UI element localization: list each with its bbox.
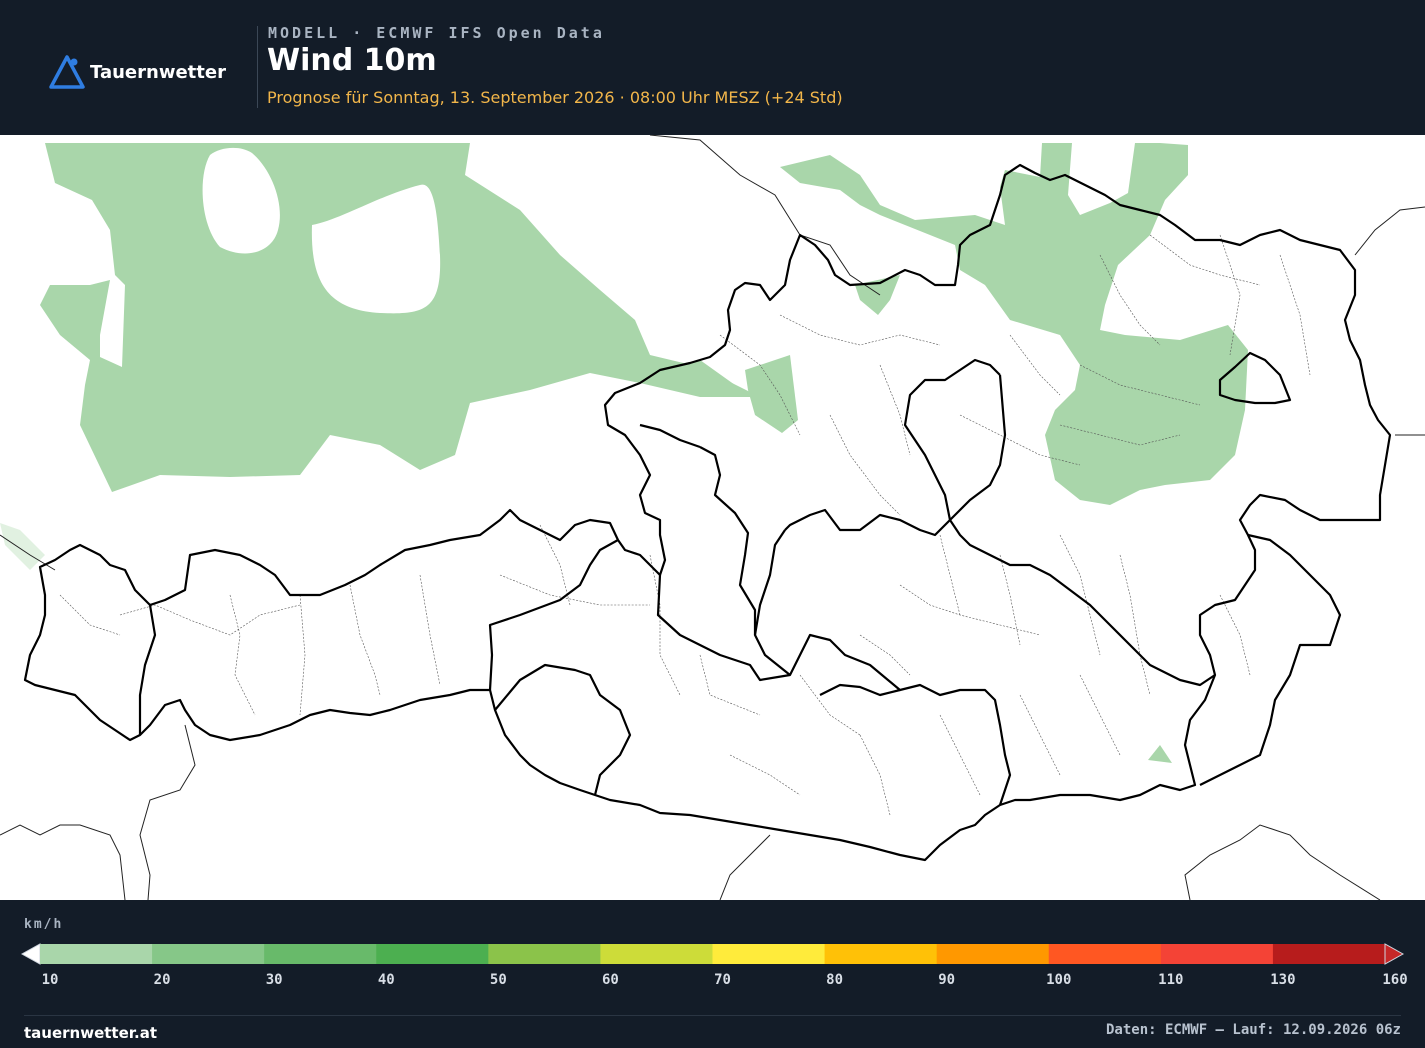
colorbar-segment: [376, 944, 489, 964]
legend: km/h 10 20 30 40 50 60 70 80 90 100 110 130 160 taue…: [0, 900, 1425, 1048]
border-salzburg-lake: [639, 423, 701, 449]
border-salzburg-styria: [656, 574, 1012, 806]
colorbar-tick-label: 30: [265, 972, 283, 988]
colorbar-segment: [712, 944, 826, 964]
colorbar-segment: [488, 944, 601, 964]
colorbar-tick-label: 50: [489, 972, 507, 988]
header: Tauernwetter MODELL · ECMWF IFS Open Dat…: [0, 0, 1425, 135]
wind-area-styria-east: [1148, 745, 1172, 763]
colorbar-segment: [40, 944, 153, 964]
border-lower-upper: [903, 358, 1001, 521]
wind-area-bavaria: [40, 143, 760, 492]
wind-area-upper-austria-north: [855, 275, 900, 315]
colorbar-under-arrow: [20, 943, 41, 965]
wind-field-layer: [0, 143, 1248, 763]
colorbar-tick-label: 40: [377, 972, 395, 988]
colorbar-tick-label: 80: [826, 972, 844, 988]
colorbar-segment: [152, 944, 265, 964]
wind-area-bohemia: [780, 143, 1248, 505]
header-divider: [257, 26, 258, 108]
border-vorarlberg: [138, 604, 157, 735]
brand-name: Tauernwetter: [90, 61, 226, 83]
border-upper-lower-2: [949, 519, 1216, 687]
colorbar-tick-label: 20: [153, 972, 171, 988]
colorbar-segment: [824, 944, 938, 964]
footer-divider: [24, 1015, 1401, 1016]
colorbar-tick-label: 100: [1046, 972, 1072, 988]
map-canvas: [0, 135, 1425, 900]
colorbar-segment: [1048, 944, 1162, 964]
brand-logo[interactable]: Tauernwetter: [48, 54, 226, 90]
colorbar: [20, 943, 1405, 965]
colorbar-segment: [1272, 944, 1386, 964]
legend-unit: km/h: [24, 917, 64, 932]
colorbar-segment: [1160, 944, 1274, 964]
border-upper-lower: [784, 374, 1007, 537]
colorbar-segment: [600, 944, 713, 964]
colorbar-tick-label: 10: [41, 972, 59, 988]
page-title: Wind 10m: [267, 43, 437, 78]
wind-area-salzburg: [745, 355, 798, 433]
colorbar-segment: [936, 944, 1050, 964]
border-salzburg-carinthia: [494, 663, 632, 796]
border-salzburg-upper: [699, 446, 757, 635]
colorbar-tick-label: 110: [1158, 972, 1184, 988]
model-label: MODELL · ECMWF IFS Open Data: [268, 24, 605, 42]
colorbar-tick-label: 130: [1270, 972, 1296, 988]
border-carinthia-styria: [819, 683, 901, 697]
colorbar-tick-label: 60: [601, 972, 619, 988]
wind-map[interactable]: [0, 135, 1425, 900]
data-credit: Daten: ECMWF – Lauf: 12.09.2026 06z: [1105, 1022, 1401, 1038]
colorbar-over-arrow: [1384, 943, 1405, 965]
border-upper-styria: [753, 529, 791, 676]
colorbar-tick-label: 160: [1382, 972, 1408, 988]
wind-area-west-edge: [0, 523, 45, 570]
mountain-triangle-icon: [49, 55, 85, 89]
colorbar-tick-label: 90: [938, 972, 956, 988]
colorbar-segment: [264, 944, 377, 964]
colorbar-tick-label: 70: [714, 972, 731, 988]
border-burgenland: [1199, 533, 1342, 786]
site-url[interactable]: tauernwetter.at: [24, 1024, 157, 1042]
forecast-time: Prognose für Sonntag, 13. September 2026…: [267, 88, 843, 107]
